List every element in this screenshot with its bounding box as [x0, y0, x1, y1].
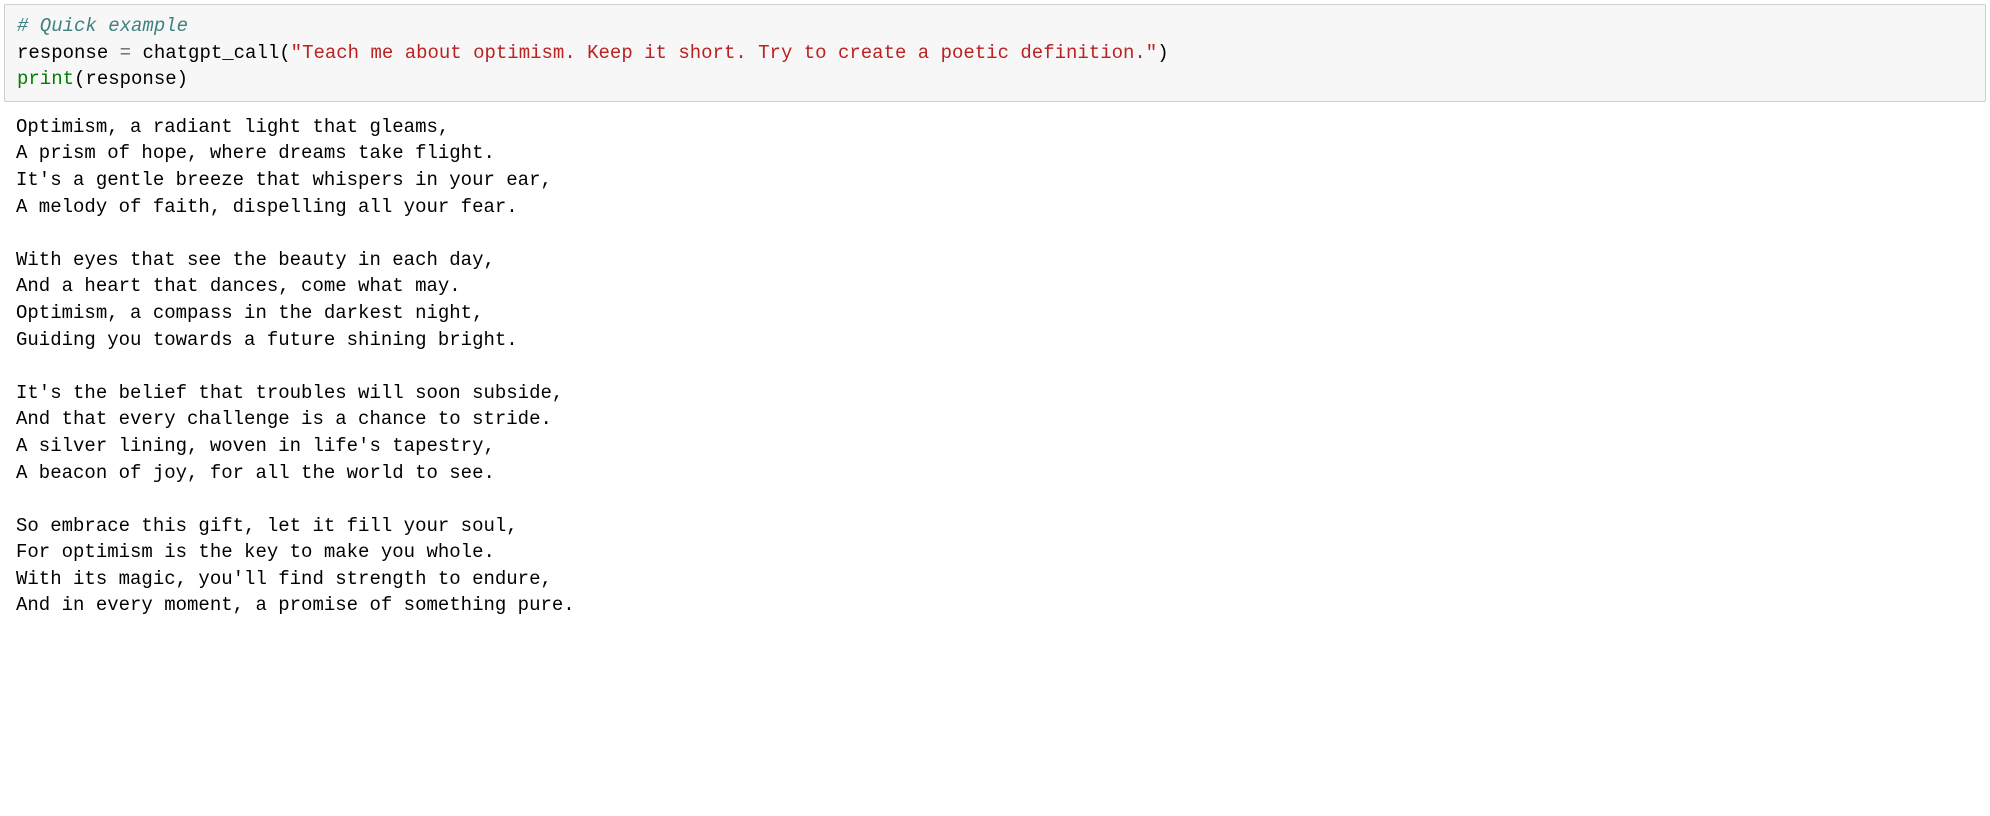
variable-name: response — [17, 42, 108, 64]
assignment-operator: = — [108, 42, 142, 64]
string-literal: "Teach me about optimism. Keep it short.… — [291, 42, 1158, 64]
open-paren: ( — [74, 68, 85, 90]
code-line-2: response = chatgpt_call("Teach me about … — [17, 40, 1973, 67]
close-paren: ) — [1157, 42, 1168, 64]
code-line-1: # Quick example — [17, 13, 1973, 40]
code-cell[interactable]: # Quick example response = chatgpt_call(… — [4, 4, 1986, 102]
builtin-function: print — [17, 68, 74, 90]
code-comment: # Quick example — [17, 15, 188, 37]
argument: response — [85, 68, 176, 90]
function-call: chatgpt_call( — [142, 42, 290, 64]
code-line-3: print(response) — [17, 66, 1973, 93]
output-cell: Optimism, a radiant light that gleams, A… — [4, 106, 1986, 627]
notebook-container: # Quick example response = chatgpt_call(… — [0, 4, 1990, 627]
close-paren: ) — [177, 68, 188, 90]
